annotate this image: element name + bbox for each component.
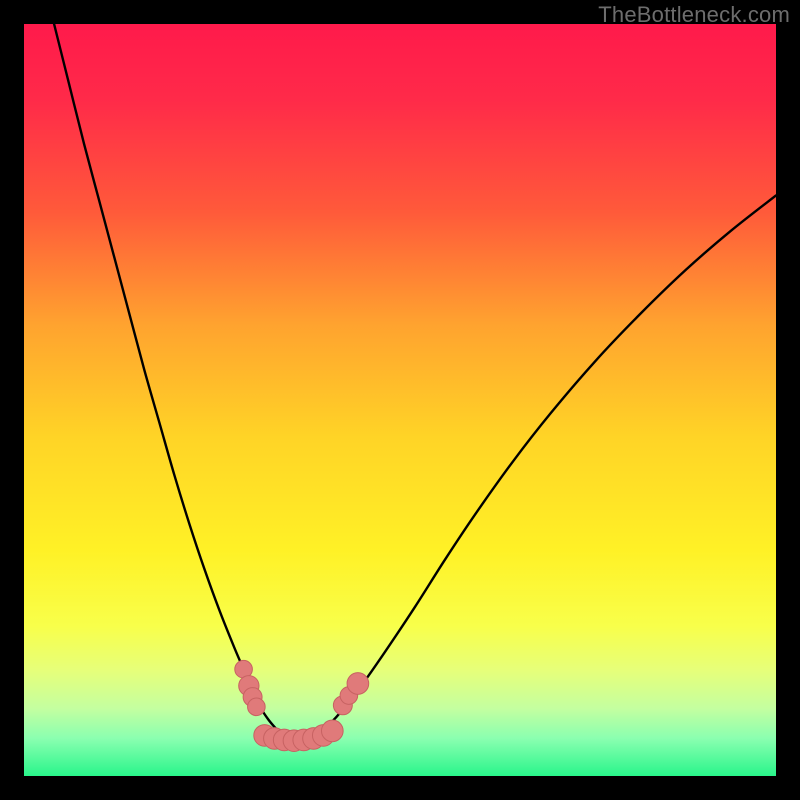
watermark-text: TheBottleneck.com: [598, 2, 790, 28]
chart-frame: [24, 24, 776, 776]
valley-marker-dot: [321, 720, 343, 742]
bottleneck-plot: [24, 24, 776, 776]
gradient-background: [24, 24, 776, 776]
valley-marker-dot: [347, 673, 369, 695]
valley-marker-dot: [248, 698, 266, 716]
